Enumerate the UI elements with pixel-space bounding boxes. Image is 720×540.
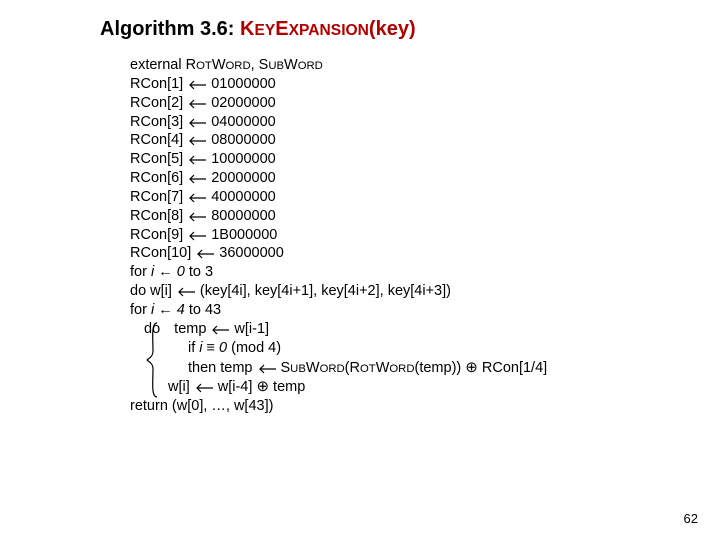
rcon-line: RCon[5]10000000 bbox=[130, 150, 547, 169]
assign-arrow-icon bbox=[186, 79, 208, 91]
assign-arrow-icon bbox=[186, 117, 208, 129]
page-number: 62 bbox=[684, 511, 698, 526]
assign-arrow-icon bbox=[175, 286, 197, 298]
rcon-line: RCon[10]36000000 bbox=[130, 244, 547, 263]
if-line: if i ≡ 0 (mod 4) bbox=[130, 339, 547, 358]
assign-arrow-icon bbox=[186, 154, 208, 166]
assign-arrow-icon bbox=[186, 211, 208, 223]
title-arg: (key) bbox=[369, 18, 416, 40]
subword: SUBWORD bbox=[259, 57, 323, 73]
brace-icon bbox=[143, 321, 161, 399]
rcon-line: RCon[6]20000000 bbox=[130, 169, 547, 188]
assign-arrow-icon bbox=[256, 363, 278, 375]
rcon-line: RCon[1]01000000 bbox=[130, 75, 547, 94]
temp-assign-line: do tempw[i-1] bbox=[106, 320, 547, 339]
assign-arrow-icon bbox=[186, 173, 208, 185]
title-func-pre: K bbox=[240, 18, 254, 40]
assign-arrow-icon bbox=[186, 192, 208, 204]
do-block: do tempw[i-1] if i ≡ 0 (mod 4) then temp… bbox=[130, 320, 547, 397]
rcon-line: RCon[3]04000000 bbox=[130, 113, 547, 132]
assign-arrow-icon bbox=[209, 324, 231, 336]
xor-icon: ⊕ bbox=[256, 378, 269, 395]
rotword-call: ROTWORD bbox=[350, 360, 415, 376]
then-line: then tempSUBWORD(ROTWORD(temp)) ⊕ RCon[1… bbox=[130, 358, 547, 378]
w-assign-line: w[i]w[i-4] ⊕ temp bbox=[130, 377, 547, 397]
assign-arrow-icon bbox=[186, 135, 208, 147]
algorithm-title: Algorithm 3.6: KEYEXPANSION(key) bbox=[100, 18, 416, 41]
external-line: external ROTWORD, SUBWORD bbox=[130, 56, 547, 75]
rcon-line: RCon[7]40000000 bbox=[130, 188, 547, 207]
external-kw: external bbox=[130, 57, 186, 73]
algorithm-body: external ROTWORD, SUBWORD RCon[1]0100000… bbox=[130, 56, 547, 416]
for-line-1: for i ← 0 to 3 bbox=[130, 263, 547, 282]
for-line-2: for i ← 4 to 43 bbox=[130, 301, 547, 320]
return-line: return (w[0], …, w[43]) bbox=[130, 397, 547, 416]
title-prefix: Algorithm 3.6: bbox=[100, 18, 240, 40]
title-func-mid3: XPANSION bbox=[289, 22, 369, 39]
title-func-mid2: E bbox=[275, 18, 288, 40]
title-func-mid1: EY bbox=[254, 22, 275, 39]
subword-call: SUBWORD bbox=[281, 360, 345, 376]
assign-arrow-icon bbox=[194, 248, 216, 260]
assign-arrow-icon bbox=[186, 230, 208, 242]
xor-icon: ⊕ bbox=[465, 359, 478, 376]
rcon-line: RCon[8]80000000 bbox=[130, 207, 547, 226]
rcon-line: RCon[9]1B000000 bbox=[130, 226, 547, 245]
rotword: ROTWORD bbox=[186, 57, 251, 73]
assign-arrow-icon bbox=[193, 382, 215, 394]
rcon-line: RCon[2]02000000 bbox=[130, 94, 547, 113]
rcon-line: RCon[4]08000000 bbox=[130, 131, 547, 150]
do-line-1: do w[i](key[4i], key[4i+1], key[4i+2], k… bbox=[130, 282, 547, 301]
assign-arrow-icon bbox=[186, 98, 208, 110]
